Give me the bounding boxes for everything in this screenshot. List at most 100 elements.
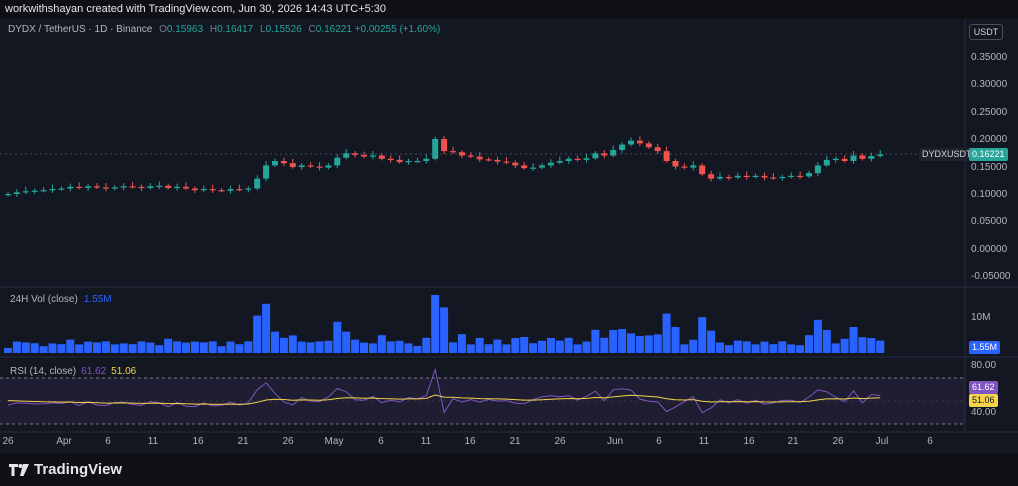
- candle-body: [672, 161, 679, 167]
- volume-bar: [66, 339, 75, 353]
- price-axis-label: 0.30000: [971, 79, 1008, 91]
- volume-bar: [57, 344, 66, 353]
- time-axis-label: 11: [147, 436, 159, 447]
- candle-body: [298, 165, 305, 168]
- volume-bar: [831, 343, 840, 353]
- candle-body: [361, 154, 367, 157]
- volume-bar: [306, 342, 315, 353]
- time-axis-label: 16: [192, 436, 204, 447]
- volume-bar: [511, 338, 520, 353]
- candle-body: [503, 161, 510, 163]
- candle-body: [289, 163, 296, 168]
- candle-body: [770, 177, 777, 179]
- change-value: +0.00255 (+1.60%): [354, 24, 441, 35]
- time-axis-label: 26: [282, 436, 294, 447]
- time-axis-label: Jun: [606, 436, 624, 447]
- volume-bar: [146, 342, 155, 353]
- price-axis-label: 0.35000: [971, 52, 1008, 63]
- volume-bar: [101, 341, 110, 353]
- currency-button[interactable]: USDT: [969, 24, 1003, 40]
- candle-body: [743, 175, 750, 178]
- volume-bar: [635, 336, 644, 353]
- candle-body: [120, 186, 127, 188]
- volume-bar: [333, 321, 342, 353]
- candle-body: [67, 186, 74, 189]
- time-axis-label: 11: [420, 436, 432, 447]
- time-axis-label: 16: [743, 436, 755, 447]
- volume-bar: [742, 341, 751, 353]
- candle-body: [583, 158, 590, 160]
- candle-body: [681, 166, 688, 168]
- candle-body: [343, 153, 350, 158]
- rsi-ma-tag: 51.06: [969, 394, 998, 407]
- price-axis-label: 0.00000: [971, 243, 1008, 255]
- candle-body: [636, 140, 643, 144]
- candle-body: [663, 151, 670, 161]
- volume-bar: [867, 338, 876, 353]
- candle-body: [823, 159, 830, 166]
- candle-body: [699, 165, 706, 175]
- last-price-tag: 0.16221: [969, 148, 1008, 161]
- price-axis-label: 0.20000: [971, 134, 1008, 146]
- low-value: 0.15526: [265, 24, 302, 35]
- candle-body: [690, 165, 697, 168]
- volume-bar: [110, 344, 119, 353]
- time-axis-label: 21: [509, 436, 521, 447]
- price-chart[interactable]: [0, 0, 1018, 486]
- candle-body: [22, 191, 29, 193]
- volume-bar: [360, 342, 368, 353]
- open-label: O: [159, 24, 167, 35]
- rsi-tag-value: 61.62: [972, 382, 995, 392]
- candle-body: [441, 139, 448, 152]
- candle-body: [859, 155, 866, 159]
- volume-bar: [698, 317, 707, 353]
- volume-bar: [30, 343, 39, 353]
- volume-bar: [644, 335, 653, 353]
- volume-bar: [493, 339, 502, 353]
- time-axis-label: 6: [105, 436, 111, 447]
- volume-bar: [440, 307, 449, 353]
- candle-body: [708, 174, 715, 179]
- high-label: H: [209, 24, 218, 35]
- volume-bar: [377, 335, 386, 353]
- candle-body: [129, 186, 136, 188]
- volume-bar: [244, 341, 253, 353]
- volume-bar: [262, 303, 271, 353]
- candle-body: [797, 175, 804, 178]
- volume-bar: [182, 342, 190, 353]
- volume-bar: [671, 327, 680, 353]
- volume-tag: 1.55M: [969, 341, 1001, 354]
- time-axis-label: May: [324, 436, 344, 447]
- volume-bar: [137, 341, 146, 353]
- candle-body: [76, 186, 83, 189]
- time-axis-label: 11: [698, 436, 710, 447]
- price-axis-label: 0.15000: [971, 161, 1008, 173]
- candle-body: [138, 186, 145, 189]
- candle-body: [325, 165, 332, 168]
- volume-bar: [662, 313, 671, 353]
- volume-bar: [751, 344, 760, 353]
- volume-bar: [573, 344, 582, 353]
- volume-bar: [475, 338, 484, 353]
- volume-bar: [386, 341, 395, 353]
- candle-body: [263, 165, 270, 179]
- candles: [5, 135, 884, 197]
- candle-body: [485, 159, 492, 161]
- volume-bar: [279, 337, 288, 353]
- time-axis-label: Apr: [56, 436, 72, 447]
- volume-bar: [173, 341, 182, 353]
- time-axis-label: 21: [237, 436, 249, 447]
- candle-body: [174, 186, 181, 189]
- candle-body: [476, 156, 483, 160]
- candle-body: [717, 176, 723, 179]
- time-axis-label: 26: [832, 436, 844, 447]
- time-axis-label: 21: [787, 436, 799, 447]
- volume-bar: [413, 346, 422, 353]
- candle-body: [547, 162, 554, 166]
- rsi-ma-tag-value: 51.06: [972, 395, 995, 405]
- candle-body: [147, 186, 154, 188]
- tradingview-screenshot: workwithshayan created with TradingView.…: [0, 0, 1018, 486]
- rsi-lower-label: 40.00: [971, 407, 997, 418]
- volume-bar: [297, 341, 306, 353]
- volume-bar: [93, 342, 101, 353]
